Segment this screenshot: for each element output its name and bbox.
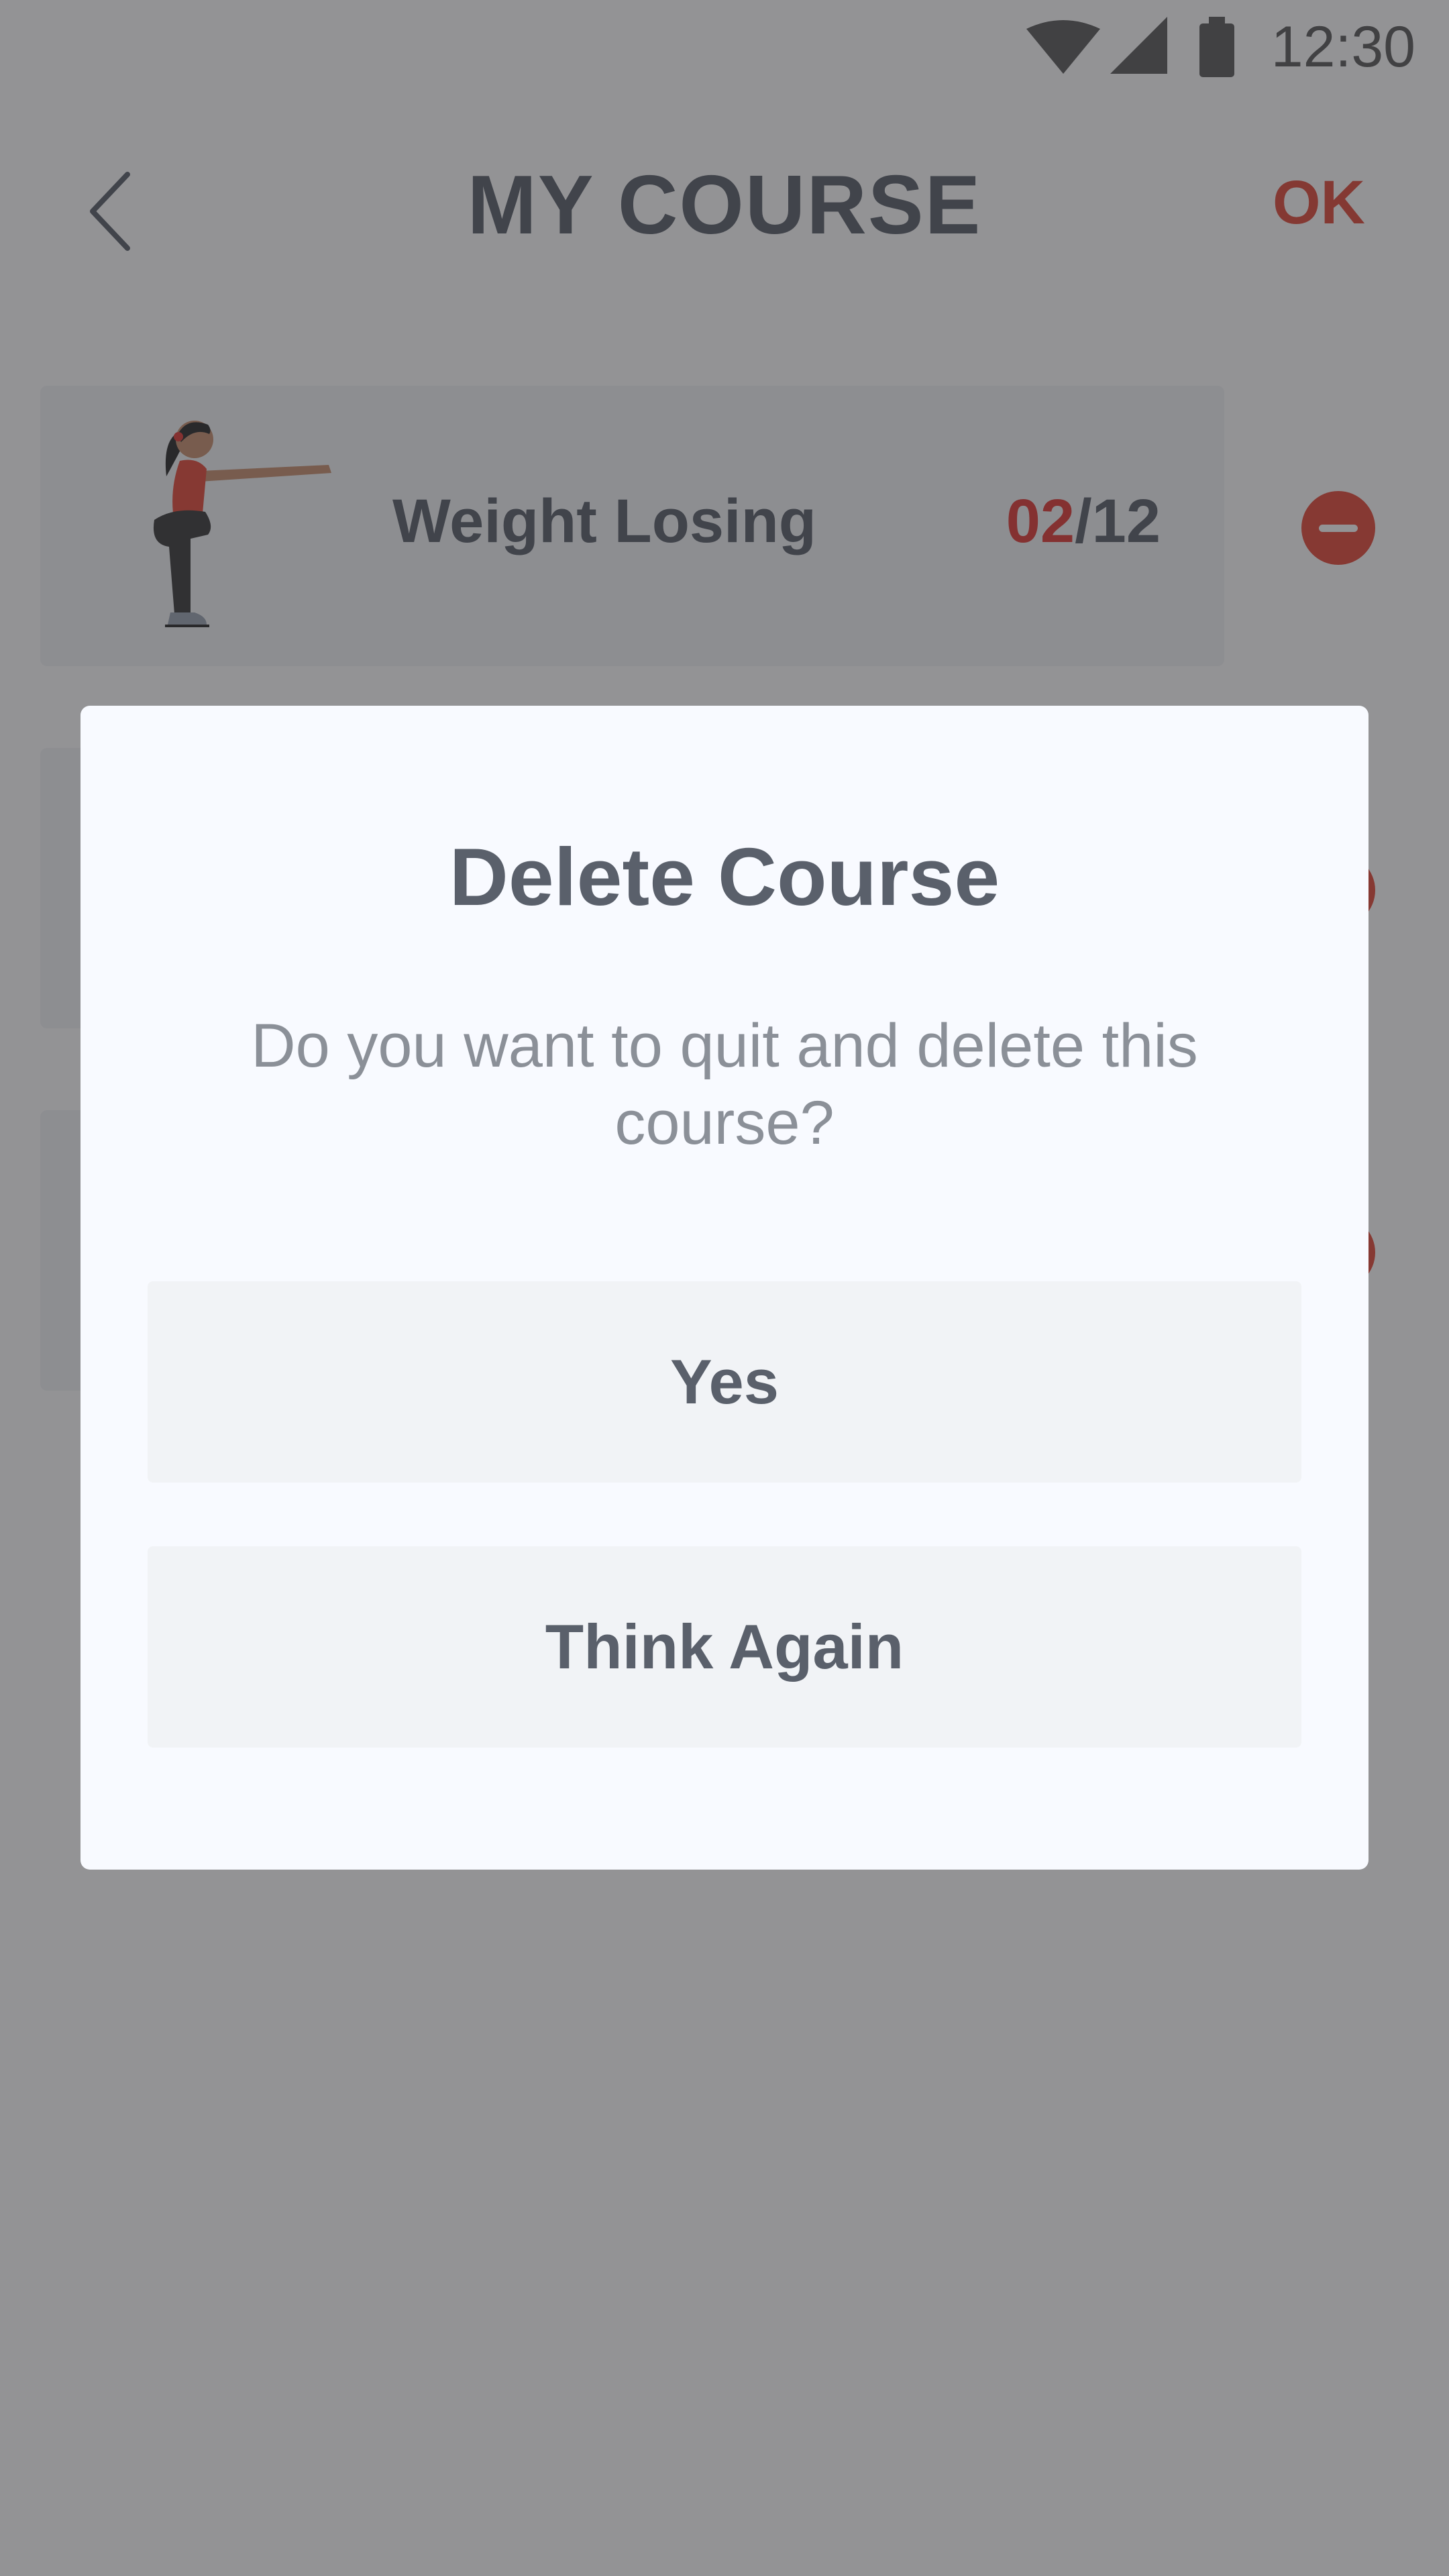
delete-course-dialog: Delete Course Do you want to quit and de… (80, 706, 1368, 1870)
yes-button[interactable]: Yes (148, 1281, 1301, 1483)
think-again-button[interactable]: Think Again (148, 1546, 1301, 1748)
dialog-message: Do you want to quit and delete this cour… (251, 1012, 1198, 1157)
dialog-title: Delete Course (449, 831, 1000, 922)
